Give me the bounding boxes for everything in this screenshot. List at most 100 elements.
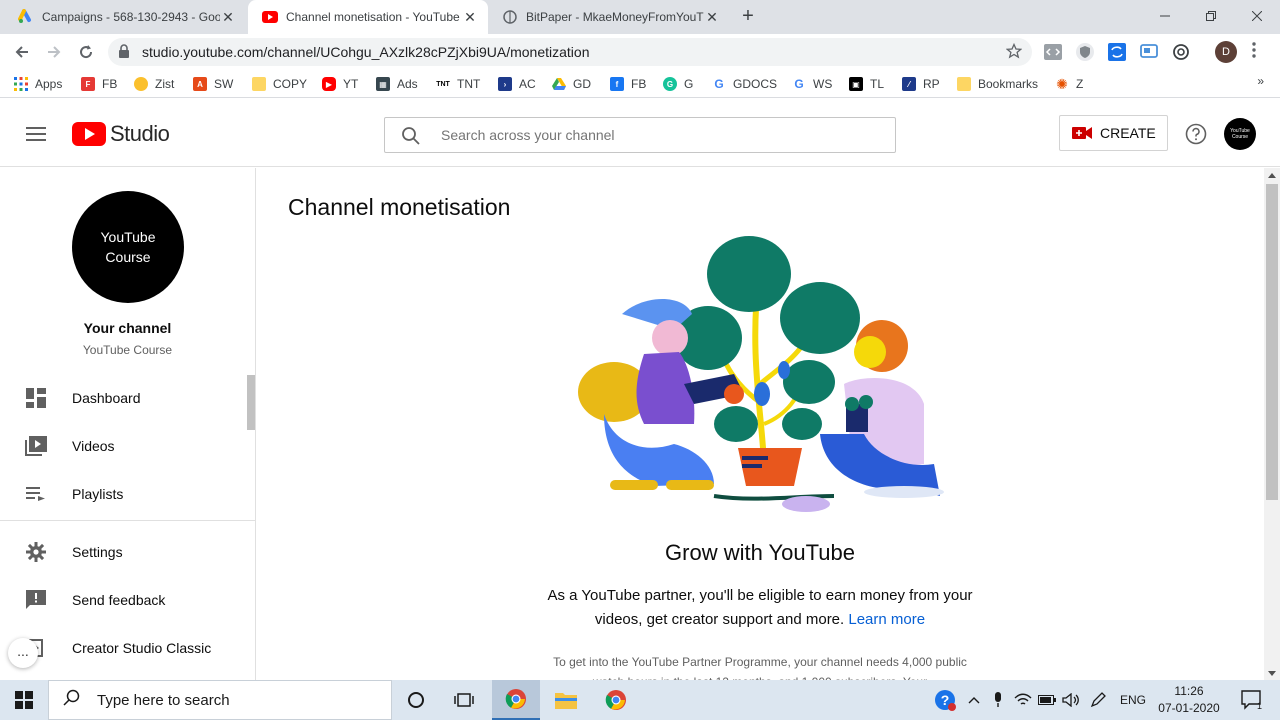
file-explorer-icon[interactable] (542, 680, 590, 720)
notifications-icon[interactable]: 1 (1232, 680, 1272, 720)
rp-icon: ⁄ (902, 77, 916, 91)
bookmark-tnt[interactable]: TNT TNT (436, 74, 480, 94)
shield-extension-icon[interactable] (1075, 42, 1095, 62)
bookmarks-overflow[interactable]: » (1257, 74, 1264, 88)
sync-extension-icon[interactable] (1107, 42, 1127, 62)
sidebar-item-videos[interactable]: Videos (0, 422, 255, 470)
dashboard-icon (25, 387, 47, 409)
chrome-taskbar-icon[interactable] (492, 680, 540, 720)
bookmark-gdocs[interactable]: G GDOCS (712, 74, 777, 94)
scroll-up-arrow-icon[interactable] (1268, 173, 1276, 178)
scroll-down-arrow-icon[interactable] (1268, 671, 1276, 676)
taskbar-clock[interactable]: 11:26 07-01-2020 (1150, 683, 1228, 717)
channel-search[interactable] (384, 117, 896, 153)
battery-icon[interactable] (1036, 680, 1058, 720)
browser-tab-bitpaper[interactable]: BitPaper - MkaeMoneyFromYouT ✕ (488, 0, 730, 34)
chevron-up-icon[interactable] (964, 680, 984, 720)
code-extension-icon[interactable] (1043, 42, 1063, 62)
help-tray-icon[interactable]: ? (930, 680, 960, 720)
bookmark-folder[interactable]: Bookmarks (957, 74, 1038, 94)
browser-tab-campaigns[interactable]: Campaigns - 568-130-2943 - Goo ✕ (4, 0, 246, 34)
cortana-icon[interactable] (392, 680, 440, 720)
bookmark-label: SW (214, 77, 234, 91)
bookmark-tl[interactable]: ▣ TL (849, 74, 884, 94)
new-tab-button[interactable]: + (736, 5, 760, 29)
your-channel-label[interactable]: Your channel (0, 320, 255, 336)
volume-icon[interactable] (1060, 680, 1082, 720)
scroll-thumb[interactable] (1266, 184, 1278, 500)
more-options-button[interactable]: ... (8, 638, 38, 668)
close-tab-icon[interactable]: ✕ (220, 9, 236, 25)
playlists-icon (25, 483, 47, 505)
bookmark-apps[interactable]: Apps (14, 74, 62, 94)
lock-icon[interactable] (118, 44, 130, 64)
taskbar-search[interactable]: Type here to search (48, 680, 392, 720)
bookmark-gd[interactable]: GD (552, 74, 591, 94)
bookmark-label: YT (343, 77, 359, 91)
learn-more-link[interactable]: Learn more (848, 611, 925, 628)
task-view-icon[interactable] (440, 680, 488, 720)
restore-button[interactable] (1188, 0, 1234, 32)
account-avatar[interactable]: YouTube Course (1224, 118, 1256, 150)
search-icon[interactable] (401, 126, 421, 151)
close-tab-icon[interactable]: ✕ (462, 9, 478, 25)
sw-icon: A (193, 77, 207, 91)
bookmark-label: G (684, 77, 694, 91)
bookmark-fb2[interactable]: f FB (610, 74, 646, 94)
screen-extension-icon[interactable] (1139, 42, 1159, 62)
bookmark-ads[interactable]: ▦ Ads (376, 74, 418, 94)
flipboard-icon: F (81, 77, 95, 91)
bookmark-g[interactable]: GG (663, 74, 693, 94)
bookmark-zist[interactable]: Zist (134, 74, 174, 94)
microphone-icon[interactable] (988, 680, 1008, 720)
search-input[interactable] (441, 118, 881, 152)
bookmark-yt[interactable]: ▶ YT (322, 74, 358, 94)
browser-tab-monetisation[interactable]: Channel monetisation - YouTube ✕ (248, 0, 488, 34)
openai-extension-icon[interactable] (1171, 42, 1191, 62)
bookmark-sw[interactable]: A SW (193, 74, 233, 94)
pen-icon[interactable] (1086, 680, 1110, 720)
sidebar-item-label: Creator Studio Classic (72, 640, 212, 656)
back-icon[interactable] (10, 40, 34, 64)
bookmark-fb[interactable]: F FB (81, 74, 117, 94)
sidebar-item-label: Playlists (72, 486, 124, 502)
help-icon[interactable] (1185, 123, 1207, 145)
close-tab-icon[interactable]: ✕ (704, 9, 720, 25)
sidebar-item-dashboard[interactable]: Dashboard (0, 374, 255, 422)
bookmark-ac[interactable]: › AC (498, 74, 536, 94)
studio-logo[interactable]: Studio (72, 121, 170, 147)
close-window-button[interactable] (1234, 0, 1280, 32)
address-bar[interactable]: studio.youtube.com/channel/UCohgu_AXzlk2… (108, 38, 1032, 66)
channel-avatar[interactable]: YouTube Course (72, 191, 184, 303)
youtube-logo-icon (72, 122, 106, 146)
wifi-icon[interactable] (1012, 680, 1034, 720)
profile-avatar[interactable]: D (1215, 41, 1237, 63)
z-sun-icon: ✺ (1056, 75, 1068, 92)
bookmark-star-icon[interactable] (1005, 42, 1023, 64)
bookmark-rp[interactable]: ⁄ RP (902, 74, 940, 94)
videos-icon (25, 435, 47, 457)
zist-icon (134, 77, 148, 91)
sidebar-item-creator-studio-classic[interactable]: Creator Studio Classic (0, 624, 255, 672)
minimize-button[interactable] (1142, 0, 1188, 32)
settings-icon (25, 541, 47, 563)
menu-icon[interactable] (26, 127, 46, 141)
channel-avatar-text: YouTube Course (100, 229, 156, 265)
sidebar-scrollbar[interactable] (247, 375, 255, 430)
create-button[interactable]: CREATE (1059, 115, 1168, 151)
forward-icon[interactable] (42, 40, 66, 64)
sidebar-item-settings[interactable]: Settings (0, 528, 255, 576)
bookmark-copy[interactable]: COPY (252, 74, 307, 94)
page-scrollbar[interactable] (1264, 168, 1280, 680)
reload-icon[interactable] (74, 40, 98, 64)
language-indicator[interactable]: ENG (1116, 680, 1150, 720)
google-icon: G (714, 77, 724, 91)
browser-menu-icon[interactable] (1252, 42, 1264, 62)
chrome-taskbar-icon-2[interactable] (592, 680, 640, 720)
windows-start-icon[interactable] (0, 680, 48, 720)
bookmark-z[interactable]: ✺ Z (1055, 74, 1083, 94)
sidebar-item-feedback[interactable]: Send feedback (0, 576, 255, 624)
sidebar-item-playlists[interactable]: Playlists (0, 470, 255, 518)
bookmark-ws[interactable]: G WS (792, 74, 832, 94)
bookmarks-bar: Apps F FB Zist A SW COPY ▶ YT ▦ Ads TNT TNT ›… (0, 70, 1280, 98)
